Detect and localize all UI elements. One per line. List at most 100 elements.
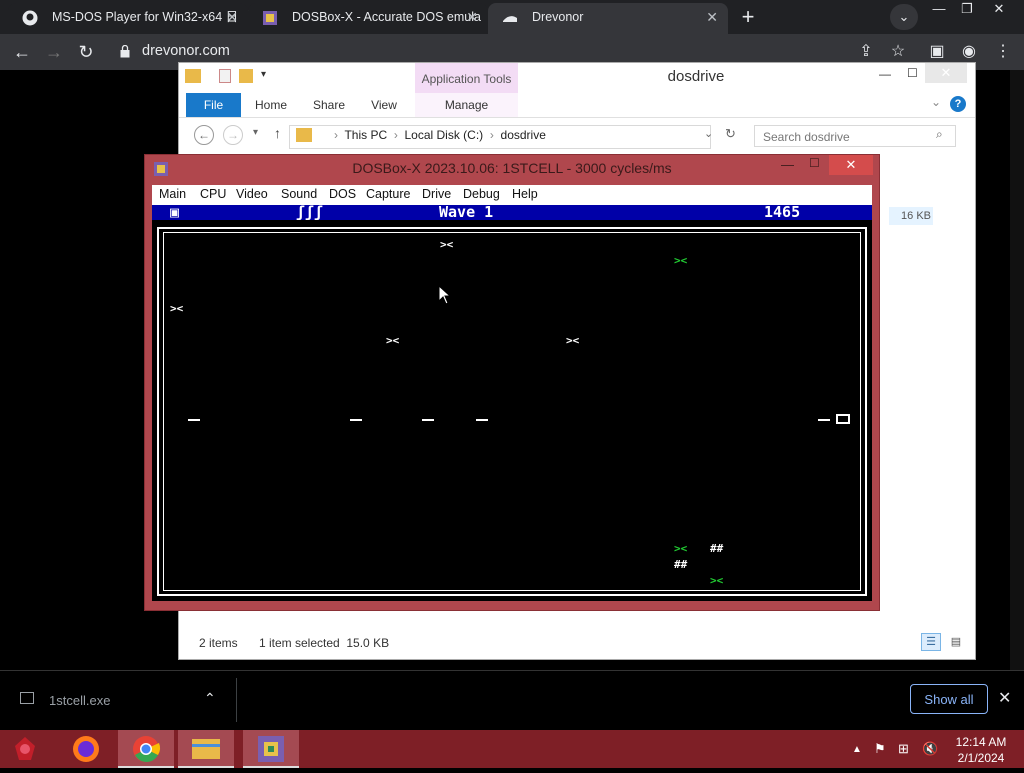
- forward-arrow-icon[interactable]: →: [223, 125, 243, 145]
- hud-ship-icon: ▣: [170, 203, 180, 221]
- barrier-segment: [818, 419, 830, 421]
- ribbon: [179, 93, 975, 118]
- refresh-icon[interactable]: ↻: [725, 126, 736, 142]
- system-clock[interactable]: 12:14 AM 2/1/2024: [948, 734, 1014, 766]
- dosbox-icon: [263, 11, 277, 25]
- file-explorer-icon[interactable]: [178, 730, 234, 768]
- cell-block-sprite: ##: [710, 542, 724, 555]
- bookmark-star-icon[interactable]: ☆: [886, 40, 910, 64]
- close-window-icon[interactable]: ✕: [925, 63, 967, 83]
- tray-expand-icon[interactable]: ▲: [852, 744, 862, 755]
- reload-icon[interactable]: ↻: [74, 40, 98, 64]
- menu-help[interactable]: Help: [512, 187, 538, 201]
- folder-icon: [296, 128, 312, 142]
- chevron-down-icon[interactable]: ⌄: [890, 4, 918, 30]
- details-view-icon[interactable]: ☰: [921, 633, 941, 651]
- chevron-up-icon[interactable]: ⌃: [204, 690, 216, 707]
- close-tab-icon[interactable]: ✕: [226, 3, 238, 31]
- browser-tab-dosbox-x[interactable]: DOSBox-X - Accurate DOS emula ✕: [248, 3, 488, 34]
- clock-date: 2/1/2024: [957, 751, 1005, 765]
- back-arrow-icon[interactable]: ←: [10, 40, 34, 64]
- menu-video[interactable]: Video: [236, 187, 268, 201]
- enemy-sprite: ><: [386, 334, 400, 347]
- download-filename[interactable]: 1stcell.exe: [49, 693, 110, 708]
- dosbox-taskbar-icon[interactable]: [243, 730, 299, 768]
- search-icon[interactable]: ⌕: [936, 127, 943, 142]
- menu-main[interactable]: Main: [159, 187, 186, 201]
- help-icon[interactable]: ?: [950, 96, 966, 112]
- maximize-icon[interactable]: ☐: [907, 66, 918, 80]
- profile-avatar-icon[interactable]: ◉: [957, 40, 981, 64]
- back-arrow-icon[interactable]: ←: [194, 125, 214, 145]
- menu-capture[interactable]: Capture: [366, 187, 410, 201]
- lock-icon: [120, 45, 130, 58]
- url-text: drevonor.com: [142, 43, 230, 59]
- hud-wave: Wave 1: [439, 203, 494, 221]
- ribbon-tab-file[interactable]: File: [186, 93, 241, 117]
- menu-cpu[interactable]: CPU: [200, 187, 226, 201]
- maximize-icon[interactable]: ☐: [809, 156, 820, 170]
- divider: [236, 678, 237, 722]
- enemy-sprite: ><: [170, 302, 184, 315]
- breadcrumb: › This PC › Local Disk (C:) › dosdrive: [334, 128, 546, 142]
- close-tab-icon[interactable]: ✕: [466, 3, 478, 31]
- chrome-icon[interactable]: [118, 730, 174, 768]
- start-button-icon[interactable]: [10, 734, 40, 764]
- plus-icon[interactable]: +: [734, 6, 762, 28]
- barrier-segment: [422, 419, 434, 421]
- browser-tab-msdos-player[interactable]: MS-DOS Player for Win32-x64 日 ✕: [8, 3, 248, 34]
- show-all-button[interactable]: Show all: [910, 684, 988, 714]
- mouse-cursor-icon: [438, 285, 450, 305]
- close-icon[interactable]: ✕: [998, 688, 1011, 708]
- tab-title: MS-DOS Player for Win32-x64 日: [52, 10, 239, 24]
- close-tab-icon[interactable]: ✕: [706, 3, 718, 31]
- firefox-icon[interactable]: [58, 730, 114, 768]
- restore-icon[interactable]: ❐: [950, 0, 984, 18]
- large-icons-view-icon[interactable]: ▤: [946, 633, 966, 651]
- network-icon[interactable]: ⊞: [898, 741, 909, 757]
- breadcrumb-local-disk[interactable]: Local Disk (C:): [404, 128, 483, 142]
- search-input[interactable]: Search dosdrive: [754, 125, 956, 147]
- ribbon-tab-view[interactable]: View: [365, 93, 403, 117]
- ribbon-tab-manage[interactable]: Manage: [415, 93, 518, 117]
- volume-muted-icon[interactable]: 🔇: [922, 741, 938, 757]
- file-size-cell: 16 KB: [889, 207, 933, 225]
- menu-debug[interactable]: Debug: [463, 187, 500, 201]
- explorer-status-bar: 2 items 1 item selected 15.0 KB ☰ ▤: [179, 631, 975, 657]
- dos-game-screen[interactable]: ▣ ʃʃʃ Wave 1 1465 >< >< >< >< >< >< ## #…: [152, 205, 872, 601]
- menu-sound[interactable]: Sound: [281, 187, 317, 201]
- tab-title: DOSBox-X - Accurate DOS emula: [292, 10, 481, 24]
- menu-dos[interactable]: DOS: [329, 187, 356, 201]
- file-icon: [20, 692, 34, 704]
- enemy-sprite: ><: [440, 238, 454, 251]
- drevonor-icon: [503, 16, 517, 22]
- close-window-icon[interactable]: ✕: [982, 0, 1016, 18]
- close-window-icon[interactable]: ✕: [829, 155, 873, 175]
- enemy-sprite: ><: [566, 334, 580, 347]
- ribbon-expand-icon[interactable]: ⌄: [931, 95, 941, 109]
- up-arrow-icon[interactable]: ↑: [274, 125, 281, 141]
- barrier-segment: [188, 419, 200, 421]
- breadcrumb-dosdrive[interactable]: dosdrive: [501, 128, 546, 142]
- barrier-segment: [350, 419, 362, 421]
- page-scrollbar[interactable]: [1010, 70, 1024, 670]
- side-panel-icon[interactable]: ▣: [925, 40, 949, 64]
- github-icon: [22, 10, 38, 26]
- hud-score: 1465: [764, 203, 801, 221]
- forward-arrow-icon[interactable]: →: [42, 40, 66, 64]
- recent-locations-icon[interactable]: ▾: [253, 127, 258, 138]
- enemy-sprite-green: ><: [674, 542, 688, 555]
- share-icon[interactable]: ⇪: [854, 40, 878, 64]
- minimize-icon[interactable]: —: [879, 67, 891, 81]
- minimize-icon[interactable]: —: [781, 157, 794, 172]
- ribbon-tab-home[interactable]: Home: [251, 93, 291, 117]
- address-dropdown-icon[interactable]: ⌄: [704, 127, 713, 140]
- game-hud: ▣ ʃʃʃ Wave 1 1465: [152, 205, 872, 220]
- kebab-menu-icon[interactable]: ⋮: [991, 40, 1015, 64]
- browser-tab-drevonor[interactable]: Drevonor ✕: [488, 3, 728, 34]
- breadcrumb-this-pc[interactable]: This PC: [344, 128, 387, 142]
- cell-block-sprite: ##: [674, 558, 688, 571]
- menu-drive[interactable]: Drive: [422, 187, 451, 201]
- flag-icon[interactable]: ⚑: [874, 741, 886, 757]
- ribbon-tab-share[interactable]: Share: [309, 93, 349, 117]
